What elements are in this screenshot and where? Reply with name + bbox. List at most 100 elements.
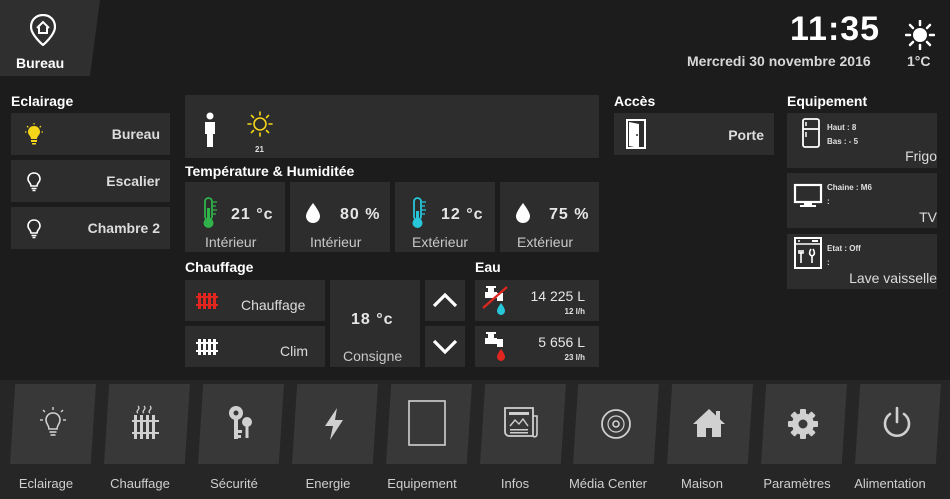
cold-water-tap-icon xyxy=(482,286,508,315)
nav-label: Média Center xyxy=(568,476,648,491)
climate-value: 75 % xyxy=(549,206,590,223)
radiator-icon xyxy=(132,405,159,439)
climate-card-temp-out: 12 °c Extérieur xyxy=(395,182,495,252)
nav-label: Eclairage xyxy=(18,476,74,491)
hot-water-tap-icon xyxy=(485,332,505,361)
newspaper-icon xyxy=(504,407,538,438)
house-icon xyxy=(693,409,725,437)
climate-value: 80 % xyxy=(340,206,381,223)
heating-mode-label: Clim xyxy=(280,343,308,359)
gear-icon xyxy=(788,409,818,439)
fridge-icon xyxy=(802,118,820,148)
setpoint-up-button[interactable] xyxy=(425,280,465,321)
disc-icon xyxy=(601,409,631,439)
dishwasher-icon xyxy=(794,237,822,269)
equipment-line1: Etat : Off xyxy=(827,244,861,253)
light-label: Escalier xyxy=(106,173,160,189)
light-label: Chambre 2 xyxy=(87,220,160,236)
climate-label: Extérieur xyxy=(517,234,574,250)
climate-label: Extérieur xyxy=(412,234,469,250)
climate-card-temp-in: 21 °c Intérieur xyxy=(185,182,285,252)
setpoint-card: 18 °c Consigne xyxy=(330,280,420,367)
drop-icon xyxy=(306,203,320,223)
thermometer-cyan-icon xyxy=(412,197,426,228)
equipment-line2: : xyxy=(827,258,830,267)
water-total: 14 225 L xyxy=(530,288,586,304)
water-row-hot: 5 656 L 23 l/h xyxy=(475,326,599,367)
keys-icon xyxy=(229,406,252,439)
drop-icon xyxy=(516,203,530,223)
setpoint-value: 18 °c xyxy=(351,311,394,328)
light-item-bureau[interactable]: Bureau xyxy=(11,113,170,155)
access-title: Accès xyxy=(614,93,656,109)
radiator-white-icon xyxy=(196,339,218,355)
water-rate: 23 l/h xyxy=(564,353,585,362)
nav-label: Paramètres xyxy=(763,476,831,491)
climate-card-hum-in: 80 % Intérieur xyxy=(290,182,390,252)
equipment-line2: : xyxy=(827,197,830,206)
nav-label: Maison xyxy=(681,476,723,491)
presence-panel: 21 xyxy=(185,95,599,158)
lightning-icon xyxy=(325,408,343,440)
sun-icon xyxy=(905,20,935,50)
climate-label: Intérieur xyxy=(205,234,257,250)
tv-icon xyxy=(793,183,823,207)
water-title: Eau xyxy=(475,259,501,275)
heating-mode-clim[interactable]: Clim xyxy=(185,326,325,367)
bulb-off-icon xyxy=(27,172,41,192)
clock: 11:35 xyxy=(790,10,881,48)
nav-label: Infos xyxy=(500,476,530,491)
chevron-down-icon xyxy=(432,339,458,355)
equipment-line1: Chaine : M6 xyxy=(827,183,872,192)
equipment-item-tv[interactable]: Chaine : M6 : TV xyxy=(787,173,937,228)
date-label: Mercredi 30 novembre 2016 xyxy=(687,53,871,69)
water-row-cold: 14 225 L 12 l/h xyxy=(475,280,599,321)
chevron-up-icon xyxy=(432,292,458,308)
light-item-chambre-2[interactable]: Chambre 2 xyxy=(11,207,170,249)
equipment-title: Equipement xyxy=(787,93,868,109)
equipment-name: Lave vaisselle xyxy=(849,270,937,286)
door-label: Porte xyxy=(728,127,764,143)
climate-label: Intérieur xyxy=(310,234,362,250)
equipment-item-frigo[interactable]: Haut : 8 Bas : - 5 Frigo xyxy=(787,113,937,168)
climate-card-hum-out: 75 % Extérieur xyxy=(500,182,599,252)
light-item-escalier[interactable]: Escalier xyxy=(11,160,170,202)
setpoint-label: Consigne xyxy=(343,348,403,364)
heating-mode-chauffage[interactable]: Chauffage xyxy=(185,280,325,321)
frame-icon xyxy=(408,400,446,446)
equipment-item-lave-vaisselle[interactable]: Etat : Off : Lave vaisselle xyxy=(787,234,937,289)
water-total: 5 656 L xyxy=(538,334,585,350)
radiator-red-icon xyxy=(196,293,218,309)
heating-mode-label: Chauffage xyxy=(241,297,306,313)
outside-temperature: 1°C xyxy=(907,53,931,69)
climate-value: 12 °c xyxy=(441,206,484,223)
nav-label: Sécurité xyxy=(210,476,258,491)
water-rate: 12 l/h xyxy=(564,307,585,316)
nav-label: Chauffage xyxy=(110,476,170,491)
bulb-icon xyxy=(40,407,66,436)
location-home-icon xyxy=(30,14,56,46)
climate-title: Température & Humiditée xyxy=(185,163,355,179)
climate-value: 21 °c xyxy=(231,206,274,223)
bulb-off-icon xyxy=(27,219,41,239)
equipment-line2: Bas : - 5 xyxy=(827,137,859,146)
nav-label: Alimentation xyxy=(854,476,926,491)
sun-value: 21 xyxy=(255,145,264,154)
power-icon xyxy=(883,406,911,437)
equipment-name: TV xyxy=(919,209,937,225)
sun-icon xyxy=(247,111,273,137)
equipment-name: Frigo xyxy=(905,148,937,164)
thermometer-green-icon xyxy=(203,197,217,228)
setpoint-down-button[interactable] xyxy=(425,326,465,367)
access-door-tile[interactable]: Porte xyxy=(614,113,774,155)
door-icon xyxy=(626,119,646,149)
heating-title: Chauffage xyxy=(185,259,254,275)
equipment-line1: Haut : 8 xyxy=(827,123,857,132)
room-name: Bureau xyxy=(16,55,65,71)
nav-label: Equipement xyxy=(387,476,457,491)
light-label: Bureau xyxy=(111,126,160,142)
person-icon xyxy=(205,112,215,147)
lighting-title: Eclairage xyxy=(11,93,74,109)
bulb-on-icon xyxy=(25,123,43,145)
nav-label: Energie xyxy=(305,476,351,491)
